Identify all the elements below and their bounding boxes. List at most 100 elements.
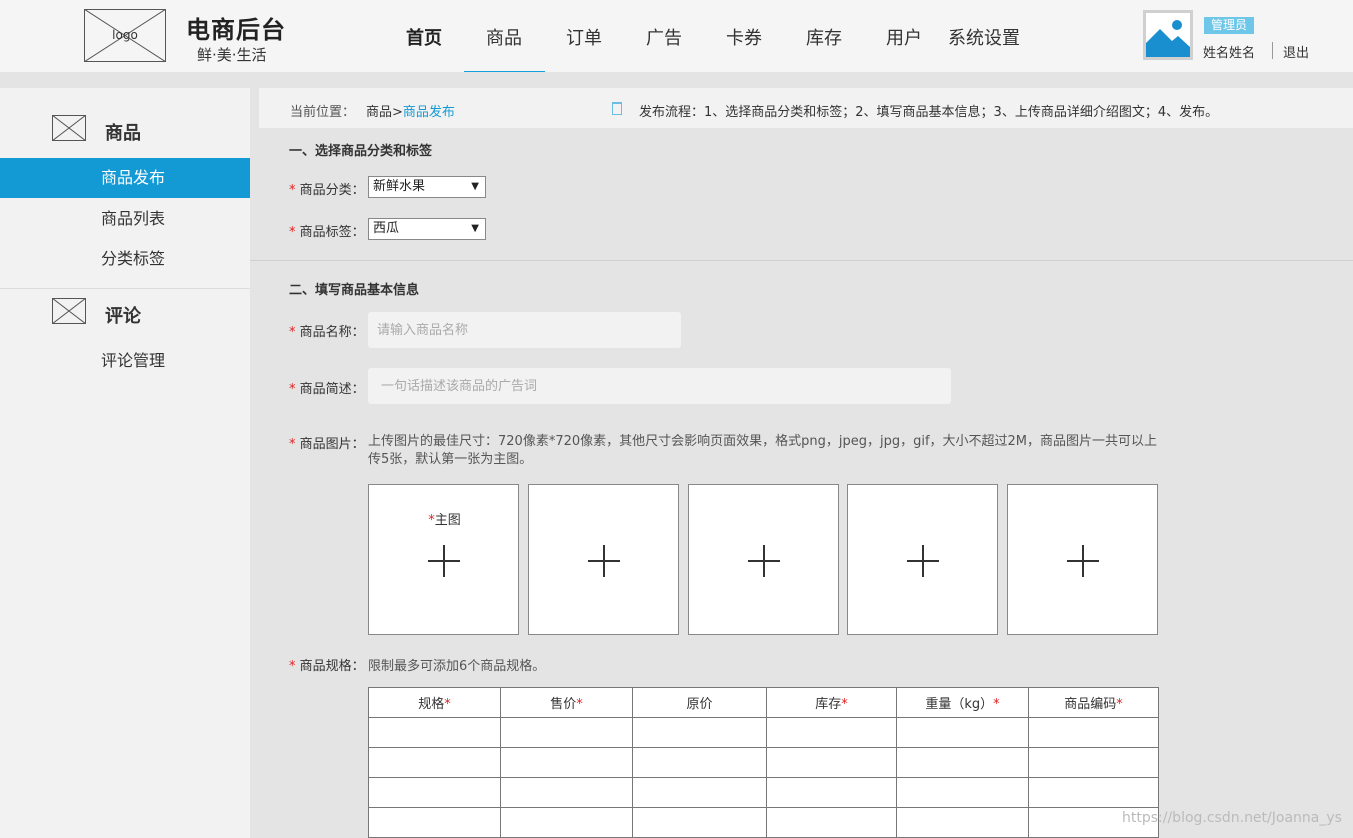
nav-ads[interactable]: 广告 [646, 24, 682, 50]
plus-icon-vertical [603, 545, 605, 577]
table-cell[interactable] [368, 717, 501, 748]
category-label: * 商品分类： [289, 183, 365, 198]
table-cell[interactable] [632, 747, 767, 778]
table-cell[interactable] [500, 777, 633, 808]
sidebar-separator [0, 288, 250, 289]
table-cell[interactable] [766, 777, 897, 808]
sidebar-group-comments[interactable]: 评论 [105, 302, 141, 328]
table-cell[interactable] [766, 807, 897, 838]
spec-table: 规格* 售价* 原价 库存* 重量（kg）* 商品编码* [368, 687, 1159, 838]
spec-col-original-price: 原价 [632, 687, 767, 718]
product-desc-input[interactable] [368, 368, 951, 404]
logo-text: logo [112, 28, 138, 42]
table-row [368, 807, 1159, 838]
user-name[interactable]: 姓名姓名 [1203, 42, 1255, 61]
table-cell[interactable] [368, 777, 501, 808]
spec-col-price: 售价* [500, 687, 633, 718]
breadcrumb: 当前位置： 商品>商品发布 发布流程：1、选择商品分类和标签；2、填写商品基本信… [259, 88, 1353, 128]
tag-select[interactable]: 西瓜 ▼ [368, 218, 486, 240]
top-header: logo 电商后台 鲜·美·生活 首页 商品 订单 广告 卡券 库存 用户 系统… [0, 0, 1353, 73]
product-group-icon [52, 115, 86, 141]
table-cell[interactable] [896, 777, 1029, 808]
sidebar: 商品 商品发布 商品列表 分类标签 评论 评论管理 [0, 88, 250, 838]
breadcrumb-current: 商品发布 [402, 105, 455, 120]
nav-system-settings[interactable]: 系统设置 [948, 24, 1020, 50]
image-upload-slot-5[interactable] [1007, 484, 1158, 635]
table-cell[interactable] [500, 807, 633, 838]
plus-icon-vertical [922, 545, 924, 577]
nav-orders[interactable]: 订单 [566, 24, 602, 50]
table-row [368, 747, 1159, 778]
table-cell[interactable] [368, 747, 501, 778]
table-cell[interactable] [632, 777, 767, 808]
table-cell[interactable] [632, 807, 767, 838]
sidebar-group-products[interactable]: 商品 [105, 119, 141, 145]
table-cell[interactable] [1028, 777, 1159, 808]
image-upload-slot-4[interactable] [847, 484, 998, 635]
table-cell[interactable] [766, 717, 897, 748]
logout-link[interactable]: 退出 [1283, 42, 1309, 61]
image-upload-hint: 上传图片的最佳尺寸：720像素*720像素，其他尺寸会影响页面效果，格式png，… [368, 434, 1158, 467]
product-name-input[interactable] [368, 312, 681, 348]
section-divider [250, 260, 1353, 261]
main-content: 当前位置： 商品>商品发布 发布流程：1、选择商品分类和标签；2、填写商品基本信… [250, 88, 1353, 838]
avatar[interactable] [1143, 10, 1193, 60]
nav-coupons[interactable]: 卡券 [726, 24, 762, 50]
tag-label: * 商品标签： [289, 225, 365, 240]
spec-col-sku: 商品编码* [1028, 687, 1159, 718]
image-upload-slot-2[interactable] [528, 484, 679, 635]
table-row [368, 777, 1159, 808]
watermark: https://blog.csdn.net/Joanna_ys [1122, 810, 1342, 826]
table-cell[interactable] [632, 717, 767, 748]
main-image-tag: *主图 [428, 513, 461, 528]
table-cell[interactable] [896, 747, 1029, 778]
publish-flow-text: 发布流程：1、选择商品分类和标签；2、填写商品基本信息；3、上传商品详细介绍图文… [639, 105, 1219, 120]
sidebar-item-comment-manage[interactable]: 评论管理 [0, 341, 250, 381]
nav-inventory[interactable]: 库存 [806, 24, 842, 50]
table-cell[interactable] [500, 747, 633, 778]
image-upload-slot-3[interactable] [688, 484, 839, 635]
breadcrumb-path: 商品>商品发布 [366, 101, 455, 120]
logo[interactable]: logo [84, 9, 166, 62]
chevron-down-icon: ▼ [471, 223, 479, 234]
breadcrumb-parent[interactable]: 商品> [366, 105, 403, 120]
spec-hint: 限制最多可添加6个商品规格。 [368, 659, 546, 674]
section-title-category: 一、选择商品分类和标签 [289, 144, 433, 159]
spec-label: * 商品规格： [289, 659, 365, 674]
sidebar-item-product-list[interactable]: 商品列表 [0, 199, 250, 239]
nav-home[interactable]: 首页 [406, 24, 442, 50]
brand-title: 电商后台 [186, 16, 286, 44]
user-divider [1272, 42, 1273, 59]
plus-icon-vertical [1082, 545, 1084, 577]
product-image-label: * 商品图片： [289, 437, 365, 452]
image-upload-slot-1[interactable]: *主图 [368, 484, 519, 635]
table-cell[interactable] [368, 807, 501, 838]
table-cell[interactable] [896, 807, 1029, 838]
nav-products[interactable]: 商品 [486, 24, 522, 50]
spec-col-weight: 重量（kg）* [896, 687, 1029, 718]
product-name-label: * 商品名称： [289, 325, 365, 340]
avatar-image-icon [1146, 13, 1190, 57]
category-select-value: 新鲜水果 [373, 179, 426, 194]
section-title-basic-info: 二、填写商品基本信息 [289, 283, 420, 298]
plus-icon-vertical [763, 545, 765, 577]
spec-col-spec: 规格* [368, 687, 501, 718]
sidebar-item-publish[interactable]: 商品发布 [0, 158, 250, 198]
table-cell[interactable] [896, 717, 1029, 748]
nav-users[interactable]: 用户 [886, 24, 922, 50]
brand-subtitle: 鲜·美·生活 [197, 46, 267, 64]
table-cell[interactable] [1028, 747, 1159, 778]
plus-icon-vertical [443, 545, 445, 577]
sidebar-item-category-tags[interactable]: 分类标签 [0, 239, 250, 279]
spec-col-stock: 库存* [766, 687, 897, 718]
table-cell[interactable] [766, 747, 897, 778]
breadcrumb-label: 当前位置： [290, 105, 356, 120]
tag-select-value: 西瓜 [373, 221, 400, 236]
product-desc-label: * 商品简述： [289, 382, 365, 397]
table-cell[interactable] [500, 717, 633, 748]
header-divider-strip [0, 72, 1353, 88]
spec-table-header-row: 规格* 售价* 原价 库存* 重量（kg）* 商品编码* [368, 687, 1159, 718]
category-select[interactable]: 新鲜水果 ▼ [368, 176, 486, 198]
table-cell[interactable] [1028, 717, 1159, 748]
comment-group-icon [52, 298, 86, 324]
